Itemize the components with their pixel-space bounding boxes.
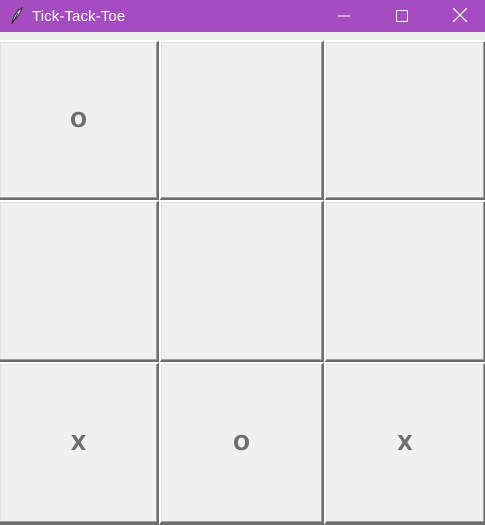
minimize-button[interactable] <box>315 0 373 32</box>
cell-mark: X <box>70 431 87 455</box>
game-board: O X O X <box>0 40 485 525</box>
close-button[interactable] <box>431 0 485 32</box>
cell-button-0-0[interactable]: O <box>0 40 160 201</box>
cell-button-2-1[interactable]: O <box>159 362 325 525</box>
cell-button-2-0[interactable]: X <box>0 362 160 525</box>
cell-button-0-2[interactable] <box>324 40 485 201</box>
cell-mark: O <box>69 108 87 132</box>
maximize-button[interactable] <box>373 0 431 32</box>
cell-button-1-2[interactable] <box>324 200 485 363</box>
title-bar: Tick-Tack-Toe <box>0 0 485 32</box>
cell-button-1-0[interactable] <box>0 200 160 363</box>
cell-button-1-1[interactable] <box>159 200 325 363</box>
cell-button-2-2[interactable]: X <box>324 362 485 525</box>
minimize-icon <box>338 7 350 26</box>
window-title: Tick-Tack-Toe <box>32 7 126 25</box>
close-icon <box>452 7 468 26</box>
feather-icon <box>9 7 25 25</box>
maximize-icon <box>396 7 408 26</box>
cell-mark: X <box>397 431 413 455</box>
cell-mark: O <box>232 431 250 455</box>
cell-button-0-1[interactable] <box>159 40 325 201</box>
